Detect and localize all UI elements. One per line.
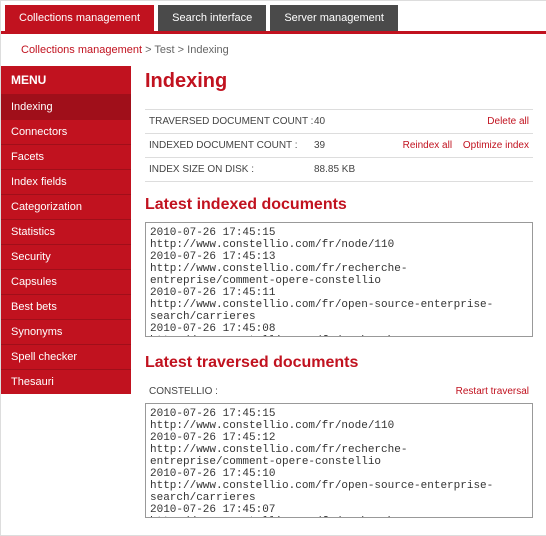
connector-label: CONSTELLIO : <box>149 386 218 397</box>
tab-server[interactable]: Server management <box>270 5 398 31</box>
reindex-all-link[interactable]: Reindex all <box>403 140 452 151</box>
sidebar-item-best-bets[interactable]: Best bets <box>1 294 131 319</box>
stat-label: INDEX SIZE ON DISK : <box>149 164 314 175</box>
sidebar-item-indexing[interactable]: Indexing <box>1 94 131 119</box>
sidebar-item-categorization[interactable]: Categorization <box>1 194 131 219</box>
breadcrumb: Collections management > Test > Indexing <box>1 34 546 66</box>
sidebar-item-index-fields[interactable]: Index fields <box>1 169 131 194</box>
sidebar-item-spell-checker[interactable]: Spell checker <box>1 344 131 369</box>
indexed-heading: Latest indexed documents <box>145 196 533 214</box>
stat-disk: INDEX SIZE ON DISK : 88.85 KB <box>145 158 533 182</box>
restart-traversal-link[interactable]: Restart traversal <box>456 386 529 397</box>
stat-label: INDEXED DOCUMENT COUNT : <box>149 140 314 151</box>
menu-header: MENU <box>1 66 131 94</box>
optimize-index-link[interactable]: Optimize index <box>463 140 529 151</box>
stat-indexed: INDEXED DOCUMENT COUNT : 39 Reindex all … <box>145 134 533 158</box>
traversed-log[interactable] <box>145 403 533 518</box>
sidebar-item-capsules[interactable]: Capsules <box>1 269 131 294</box>
top-tabs: Collections management Search interface … <box>1 1 546 34</box>
sidebar-item-security[interactable]: Security <box>1 244 131 269</box>
sidebar-item-thesauri[interactable]: Thesauri <box>1 369 131 394</box>
sidebar-item-statistics[interactable]: Statistics <box>1 219 131 244</box>
stat-label: TRAVERSED DOCUMENT COUNT : <box>149 116 314 127</box>
stats-table: TRAVERSED DOCUMENT COUNT : 40 Delete all… <box>145 109 533 182</box>
traversed-heading: Latest traversed documents <box>145 354 533 372</box>
breadcrumb-mid: Test <box>154 44 174 56</box>
sidebar-item-facets[interactable]: Facets <box>1 144 131 169</box>
indexed-log[interactable] <box>145 222 533 337</box>
delete-all-link[interactable]: Delete all <box>487 116 529 127</box>
main-content: Indexing TRAVERSED DOCUMENT COUNT : 40 D… <box>131 66 546 535</box>
stat-value: 39 <box>314 140 389 151</box>
stat-value: 40 <box>314 116 389 127</box>
sidebar-item-synonyms[interactable]: Synonyms <box>1 319 131 344</box>
stat-traversed: TRAVERSED DOCUMENT COUNT : 40 Delete all <box>145 110 533 134</box>
stat-value: 88.85 KB <box>314 164 389 175</box>
page-title: Indexing <box>145 70 533 93</box>
sidebar: MENU Indexing Connectors Facets Index fi… <box>1 66 131 394</box>
breadcrumb-leaf: Indexing <box>187 44 229 56</box>
sidebar-item-connectors[interactable]: Connectors <box>1 119 131 144</box>
tab-search[interactable]: Search interface <box>158 5 266 31</box>
tab-collections[interactable]: Collections management <box>5 5 154 31</box>
breadcrumb-root[interactable]: Collections management <box>21 44 142 56</box>
